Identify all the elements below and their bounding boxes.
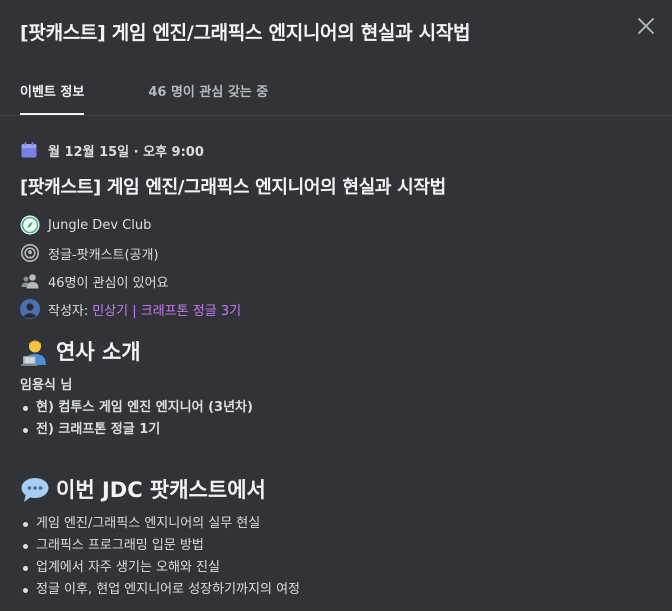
speaker-heading: 연사 소개	[20, 337, 652, 367]
event-meta-list: Jungle Dev Club 정글-팟캐스트(공개) 46명이 관심이 있어요…	[20, 211, 652, 323]
author-label: 작성자:	[48, 303, 89, 319]
podcast-section: 이번 JDC 팟캐스트에서 게임 엔진/그래픽스 엔지니어의 실무 현실 그래픽…	[20, 475, 652, 601]
close-button[interactable]	[632, 12, 660, 40]
podcast-heading: 이번 JDC 팟캐스트에서	[20, 475, 652, 505]
tab-bar: 이벤트 정보 46 명이 관심 갖는 중	[20, 81, 332, 115]
avatar[interactable]	[20, 299, 40, 319]
event-date-row: 월 12월 15일 · 오후 9:00	[20, 140, 652, 160]
interested-count: 46명이 관심이 있어요	[48, 275, 169, 291]
speaker-name: 임용식 님	[20, 378, 73, 393]
author-link[interactable]: 민상기 | 크래프톤 정글 3기	[92, 300, 241, 319]
list-item: 그래픽스 프로그래밍 입문 방법	[20, 535, 652, 557]
speaker-heading-text: 연사 소개	[56, 340, 141, 364]
stage-channel-icon	[20, 243, 40, 263]
server-name: Jungle Dev Club	[48, 217, 152, 233]
tab-divider	[0, 115, 672, 116]
tab-event-info[interactable]: 이벤트 정보	[20, 81, 85, 115]
calendar-icon	[21, 142, 37, 158]
technologist-emoji	[20, 337, 50, 367]
event-date: 월 12월 15일 · 오후 9:00	[48, 144, 204, 160]
list-item: 정글 이후, 현업 엔지니어로 성장하기까지의 여정	[20, 579, 652, 601]
list-item: 게임 엔진/그래픽스 엔지니어의 실무 현실	[20, 513, 652, 535]
close-icon	[638, 18, 654, 34]
speech-balloon-emoji	[20, 475, 50, 505]
tab-interested[interactable]: 46 명이 관심 갖는 중	[148, 81, 268, 115]
modal-header: [팟캐스트] 게임 엔진/그래픽스 엔지니어의 현실과 시작법	[20, 20, 612, 46]
speaker-section: 연사 소개 임용식 님 현) 컴투스 게임 엔진 엔지니어 (3년차) 전) 크…	[20, 337, 652, 441]
author-row: 작성자: 민상기 | 크래프톤 정글 3기	[20, 295, 652, 323]
list-item: 전) 크래프톤 정글 1기	[20, 419, 652, 441]
event-content: 월 12월 15일 · 오후 9:00 [팟캐스트] 게임 엔진/그래픽스 엔지…	[20, 140, 652, 601]
server-row[interactable]: Jungle Dev Club	[20, 211, 652, 239]
speaker-bio-list: 현) 컴투스 게임 엔진 엔지니어 (3년차) 전) 크래프톤 정글 1기	[20, 397, 652, 441]
event-details-modal: [팟캐스트] 게임 엔진/그래픽스 엔지니어의 현실과 시작법 이벤트 정보 4…	[0, 0, 672, 611]
channel-row[interactable]: 정글-팟캐스트(공개)	[20, 239, 652, 267]
podcast-topic-list: 게임 엔진/그래픽스 엔지니어의 실무 현실 그래픽스 프로그래밍 입문 방법 …	[20, 513, 652, 601]
podcast-heading-text: 이번 JDC 팟캐스트에서	[56, 478, 266, 502]
modal-title: [팟캐스트] 게임 엔진/그래픽스 엔지니어의 현실과 시작법	[20, 22, 471, 44]
event-title: [팟캐스트] 게임 엔진/그래픽스 엔지니어의 현실과 시작법	[20, 177, 446, 198]
list-item: 업계에서 자주 생기는 오해와 진실	[20, 557, 652, 579]
list-item: 현) 컴투스 게임 엔진 엔지니어 (3년차)	[20, 397, 652, 419]
server-compass-icon	[20, 215, 40, 235]
people-icon	[20, 271, 40, 291]
channel-name: 정글-팟캐스트(공개)	[48, 247, 159, 263]
interested-row: 46명이 관심이 있어요	[20, 267, 652, 295]
